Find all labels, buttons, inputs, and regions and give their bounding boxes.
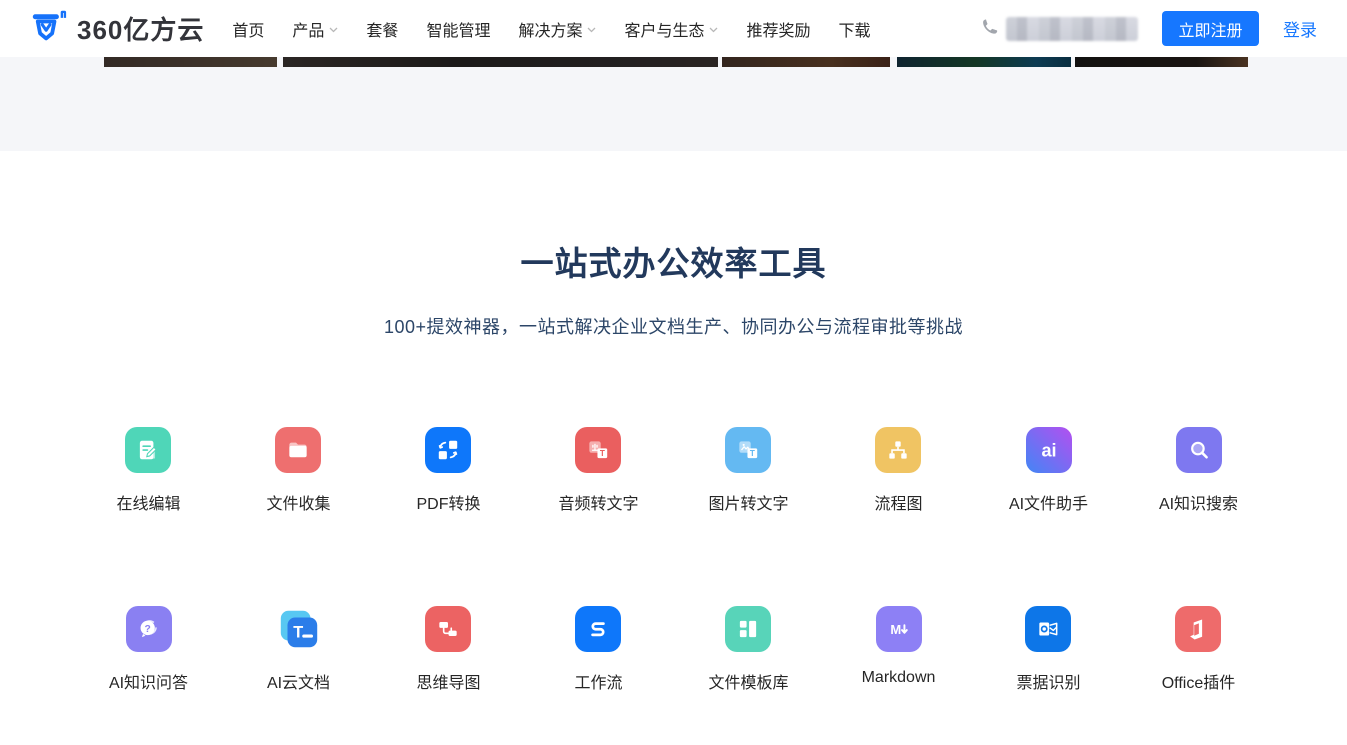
- section-title: 一站式办公效率工具: [0, 237, 1347, 285]
- template-grid-icon: [725, 606, 771, 652]
- tool-invoice-recognition[interactable]: 票据识别: [1016, 606, 1080, 693]
- chevron-down-icon: [709, 20, 718, 38]
- tool-image-to-text[interactable]: T 图片转文字: [708, 427, 788, 514]
- tool-label: 思维导图: [416, 669, 480, 693]
- tools-section: 一站式办公效率工具 100+提效神器，一站式解决企业文档生产、协同办公与流程审批…: [0, 151, 1347, 693]
- carousel-bottom-band: [0, 57, 1347, 151]
- tool-label: AI知识搜索: [1159, 490, 1238, 514]
- cloud-doc-icon: T: [276, 606, 322, 652]
- brand-logo[interactable]: 360亿方云: [30, 8, 204, 49]
- tool-label: Markdown: [862, 669, 936, 687]
- header-actions: 立即注册 登录: [980, 11, 1317, 46]
- brand-name: 360亿方云: [77, 10, 204, 47]
- nav-item-customers-ecosystem[interactable]: 客户与生态: [624, 17, 718, 41]
- phone-icon: [980, 17, 999, 41]
- tool-label: 文件模板库: [708, 669, 788, 693]
- nav-item-smart-management[interactable]: 智能管理: [426, 17, 490, 41]
- mindmap-icon: [425, 606, 471, 652]
- nav-item-products[interactable]: 产品: [292, 17, 338, 41]
- tool-label: 在线编辑: [116, 490, 180, 514]
- doc-edit-icon: [125, 427, 171, 473]
- tool-label: Office插件: [1162, 669, 1236, 693]
- tool-ai-knowledge-qa[interactable]: ? AI知识问答: [109, 606, 188, 693]
- nav-item-download[interactable]: 下载: [839, 17, 871, 41]
- login-link[interactable]: 登录: [1283, 16, 1317, 41]
- nav-item-plans[interactable]: 套餐: [366, 17, 398, 41]
- tool-ai-cloud-doc[interactable]: T AI云文档: [267, 606, 330, 693]
- carousel-image-strip: [897, 57, 1071, 67]
- tool-label: 票据识别: [1016, 669, 1080, 693]
- chevron-down-icon: [587, 20, 596, 38]
- carousel-image-strip: [1075, 57, 1248, 67]
- tools-grid: 在线编辑 文件收集: [74, 427, 1274, 693]
- tool-workflow[interactable]: 工作流: [574, 606, 622, 693]
- tool-mindmap[interactable]: 思维导图: [416, 606, 480, 693]
- brand-logo-icon: [30, 8, 68, 49]
- register-button[interactable]: 立即注册: [1162, 11, 1259, 46]
- tool-pdf-convert[interactable]: PDF转换: [416, 427, 480, 514]
- tool-online-edit[interactable]: 在线编辑: [116, 427, 180, 514]
- tool-label: 音频转文字: [558, 490, 638, 514]
- svg-text:T: T: [750, 449, 755, 458]
- ai-assistant-icon: ai: [1026, 427, 1072, 473]
- contact-phone: [980, 17, 1138, 41]
- tool-markdown[interactable]: M Markdown: [862, 606, 936, 693]
- tool-label: 工作流: [574, 669, 622, 693]
- workflow-icon: [575, 606, 621, 652]
- image-to-text-icon: T: [725, 427, 771, 473]
- main-nav: 首页 产品 套餐 智能管理 解决方案 客户与生态 推荐奖励 下载: [232, 17, 870, 41]
- svg-text:M: M: [890, 622, 901, 637]
- tool-flowchart[interactable]: 流程图: [874, 427, 922, 514]
- qa-bubble-icon: ?: [126, 606, 172, 652]
- nav-item-solutions[interactable]: 解决方案: [518, 17, 596, 41]
- tool-file-collect[interactable]: 文件收集: [266, 427, 330, 514]
- carousel-image-strip: [283, 57, 718, 67]
- svg-text:T: T: [600, 449, 605, 458]
- tool-audio-to-text[interactable]: T 音频转文字: [558, 427, 638, 514]
- phone-number-blurred: [1006, 17, 1138, 41]
- tool-label: AI文件助手: [1009, 490, 1088, 514]
- tool-label: 文件收集: [266, 490, 330, 514]
- ai-search-icon: [1176, 427, 1222, 473]
- section-subtitle: 100+提效神器，一站式解决企业文档生产、协同办公与流程审批等挑战: [0, 313, 1347, 339]
- tool-ai-knowledge-search[interactable]: AI知识搜索: [1159, 427, 1238, 514]
- svg-text:?: ?: [144, 624, 150, 635]
- nav-item-referral-rewards[interactable]: 推荐奖励: [746, 17, 810, 41]
- markdown-icon: M: [876, 606, 922, 652]
- svg-text:T: T: [293, 623, 303, 641]
- nav-item-home[interactable]: 首页: [232, 17, 264, 41]
- tool-label: 流程图: [874, 490, 922, 514]
- invoice-ocr-icon: [1025, 606, 1071, 652]
- tool-label: AI知识问答: [109, 669, 188, 693]
- flowchart-icon: [875, 427, 921, 473]
- tool-ai-file-assistant[interactable]: ai AI文件助手: [1009, 427, 1088, 514]
- svg-text:ai: ai: [1041, 440, 1056, 460]
- tool-label: AI云文档: [267, 669, 330, 693]
- chevron-down-icon: [329, 20, 338, 38]
- folder-collect-icon: [275, 427, 321, 473]
- tool-label: PDF转换: [416, 490, 480, 514]
- tool-label: 图片转文字: [708, 490, 788, 514]
- carousel-image-strip: [104, 57, 277, 67]
- tool-template-library[interactable]: 文件模板库: [708, 606, 788, 693]
- audio-to-text-icon: T: [575, 427, 621, 473]
- tool-office-plugin[interactable]: Office插件: [1162, 606, 1236, 693]
- pdf-convert-icon: [425, 427, 471, 473]
- top-navbar: 360亿方云 首页 产品 套餐 智能管理 解决方案 客户与生态 推荐奖励 下载: [0, 0, 1347, 57]
- carousel-image-strip: [722, 57, 890, 67]
- office-plugin-icon: [1175, 606, 1221, 652]
